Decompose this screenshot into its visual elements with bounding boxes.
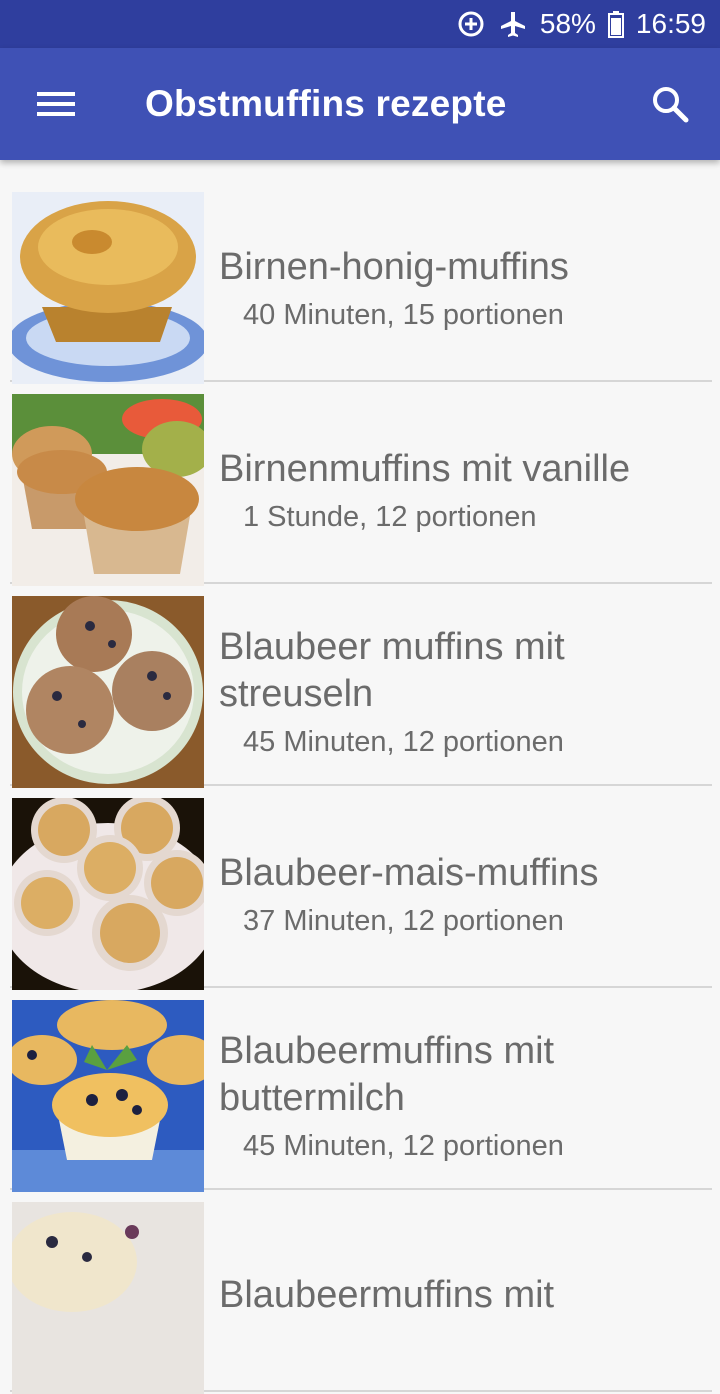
data-saver-icon bbox=[456, 9, 486, 39]
recipe-meta: 37 Minuten, 12 portionen bbox=[243, 904, 564, 937]
recipe-item[interactable]: Blaubeer-mais-muffins 37 Minuten, 12 por… bbox=[10, 786, 712, 990]
recipe-item[interactable]: Blaubeermuffins mit buttermilch 45 Minut… bbox=[10, 988, 712, 1192]
recipe-image bbox=[12, 1202, 204, 1394]
battery-icon bbox=[607, 10, 624, 38]
recipe-image bbox=[12, 1000, 204, 1192]
recipe-meta: 1 Stunde, 12 portionen bbox=[243, 500, 537, 533]
app-bar: Obstmuffins rezepte bbox=[0, 48, 720, 160]
status-bar: 58% 16:59 bbox=[0, 0, 720, 48]
recipe-title: Birnen-honig-muffins bbox=[219, 245, 569, 288]
recipe-title: Blaubeer-mais-muffins bbox=[219, 851, 599, 894]
recipe-image bbox=[12, 192, 204, 384]
recipe-meta: 40 Minuten, 15 portionen bbox=[243, 298, 564, 331]
recipe-title: Blaubeermuffins mit buttermilch bbox=[219, 1030, 555, 1119]
recipe-image bbox=[12, 798, 204, 990]
hamburger-menu-icon bbox=[37, 92, 75, 116]
airplane-mode-icon bbox=[498, 9, 528, 39]
battery-percent: 58% bbox=[539, 8, 596, 39]
recipe-image bbox=[12, 596, 204, 788]
clock: 16:59 bbox=[635, 8, 706, 39]
menu-button[interactable] bbox=[28, 78, 84, 130]
recipe-list: Birnen-honig-muffins 40 Minuten, 15 port… bbox=[0, 180, 720, 1394]
recipe-item[interactable]: Birnen-honig-muffins 40 Minuten, 15 port… bbox=[10, 180, 712, 384]
search-icon bbox=[653, 87, 689, 123]
recipe-image bbox=[12, 394, 204, 586]
recipe-title: Blaubeer muffins mit streuseln bbox=[219, 626, 565, 715]
recipe-meta: 45 Minuten, 12 portionen bbox=[243, 1130, 564, 1162]
search-button[interactable] bbox=[642, 78, 698, 130]
recipe-item[interactable]: Blaubeermuffins mit bbox=[10, 1190, 712, 1394]
recipe-item[interactable]: Birnenmuffins mit vanille 1 Stunde, 12 p… bbox=[10, 382, 712, 586]
recipe-item[interactable]: Blaubeer muffins mit streuseln 45 Minute… bbox=[10, 584, 712, 788]
recipe-title: Birnenmuffins mit vanille bbox=[219, 447, 631, 490]
recipe-title: Blaubeermuffins mit bbox=[219, 1273, 555, 1316]
page-title: Obstmuffins rezepte bbox=[145, 83, 507, 124]
recipe-meta: 45 Minuten, 12 portionen bbox=[243, 726, 564, 758]
